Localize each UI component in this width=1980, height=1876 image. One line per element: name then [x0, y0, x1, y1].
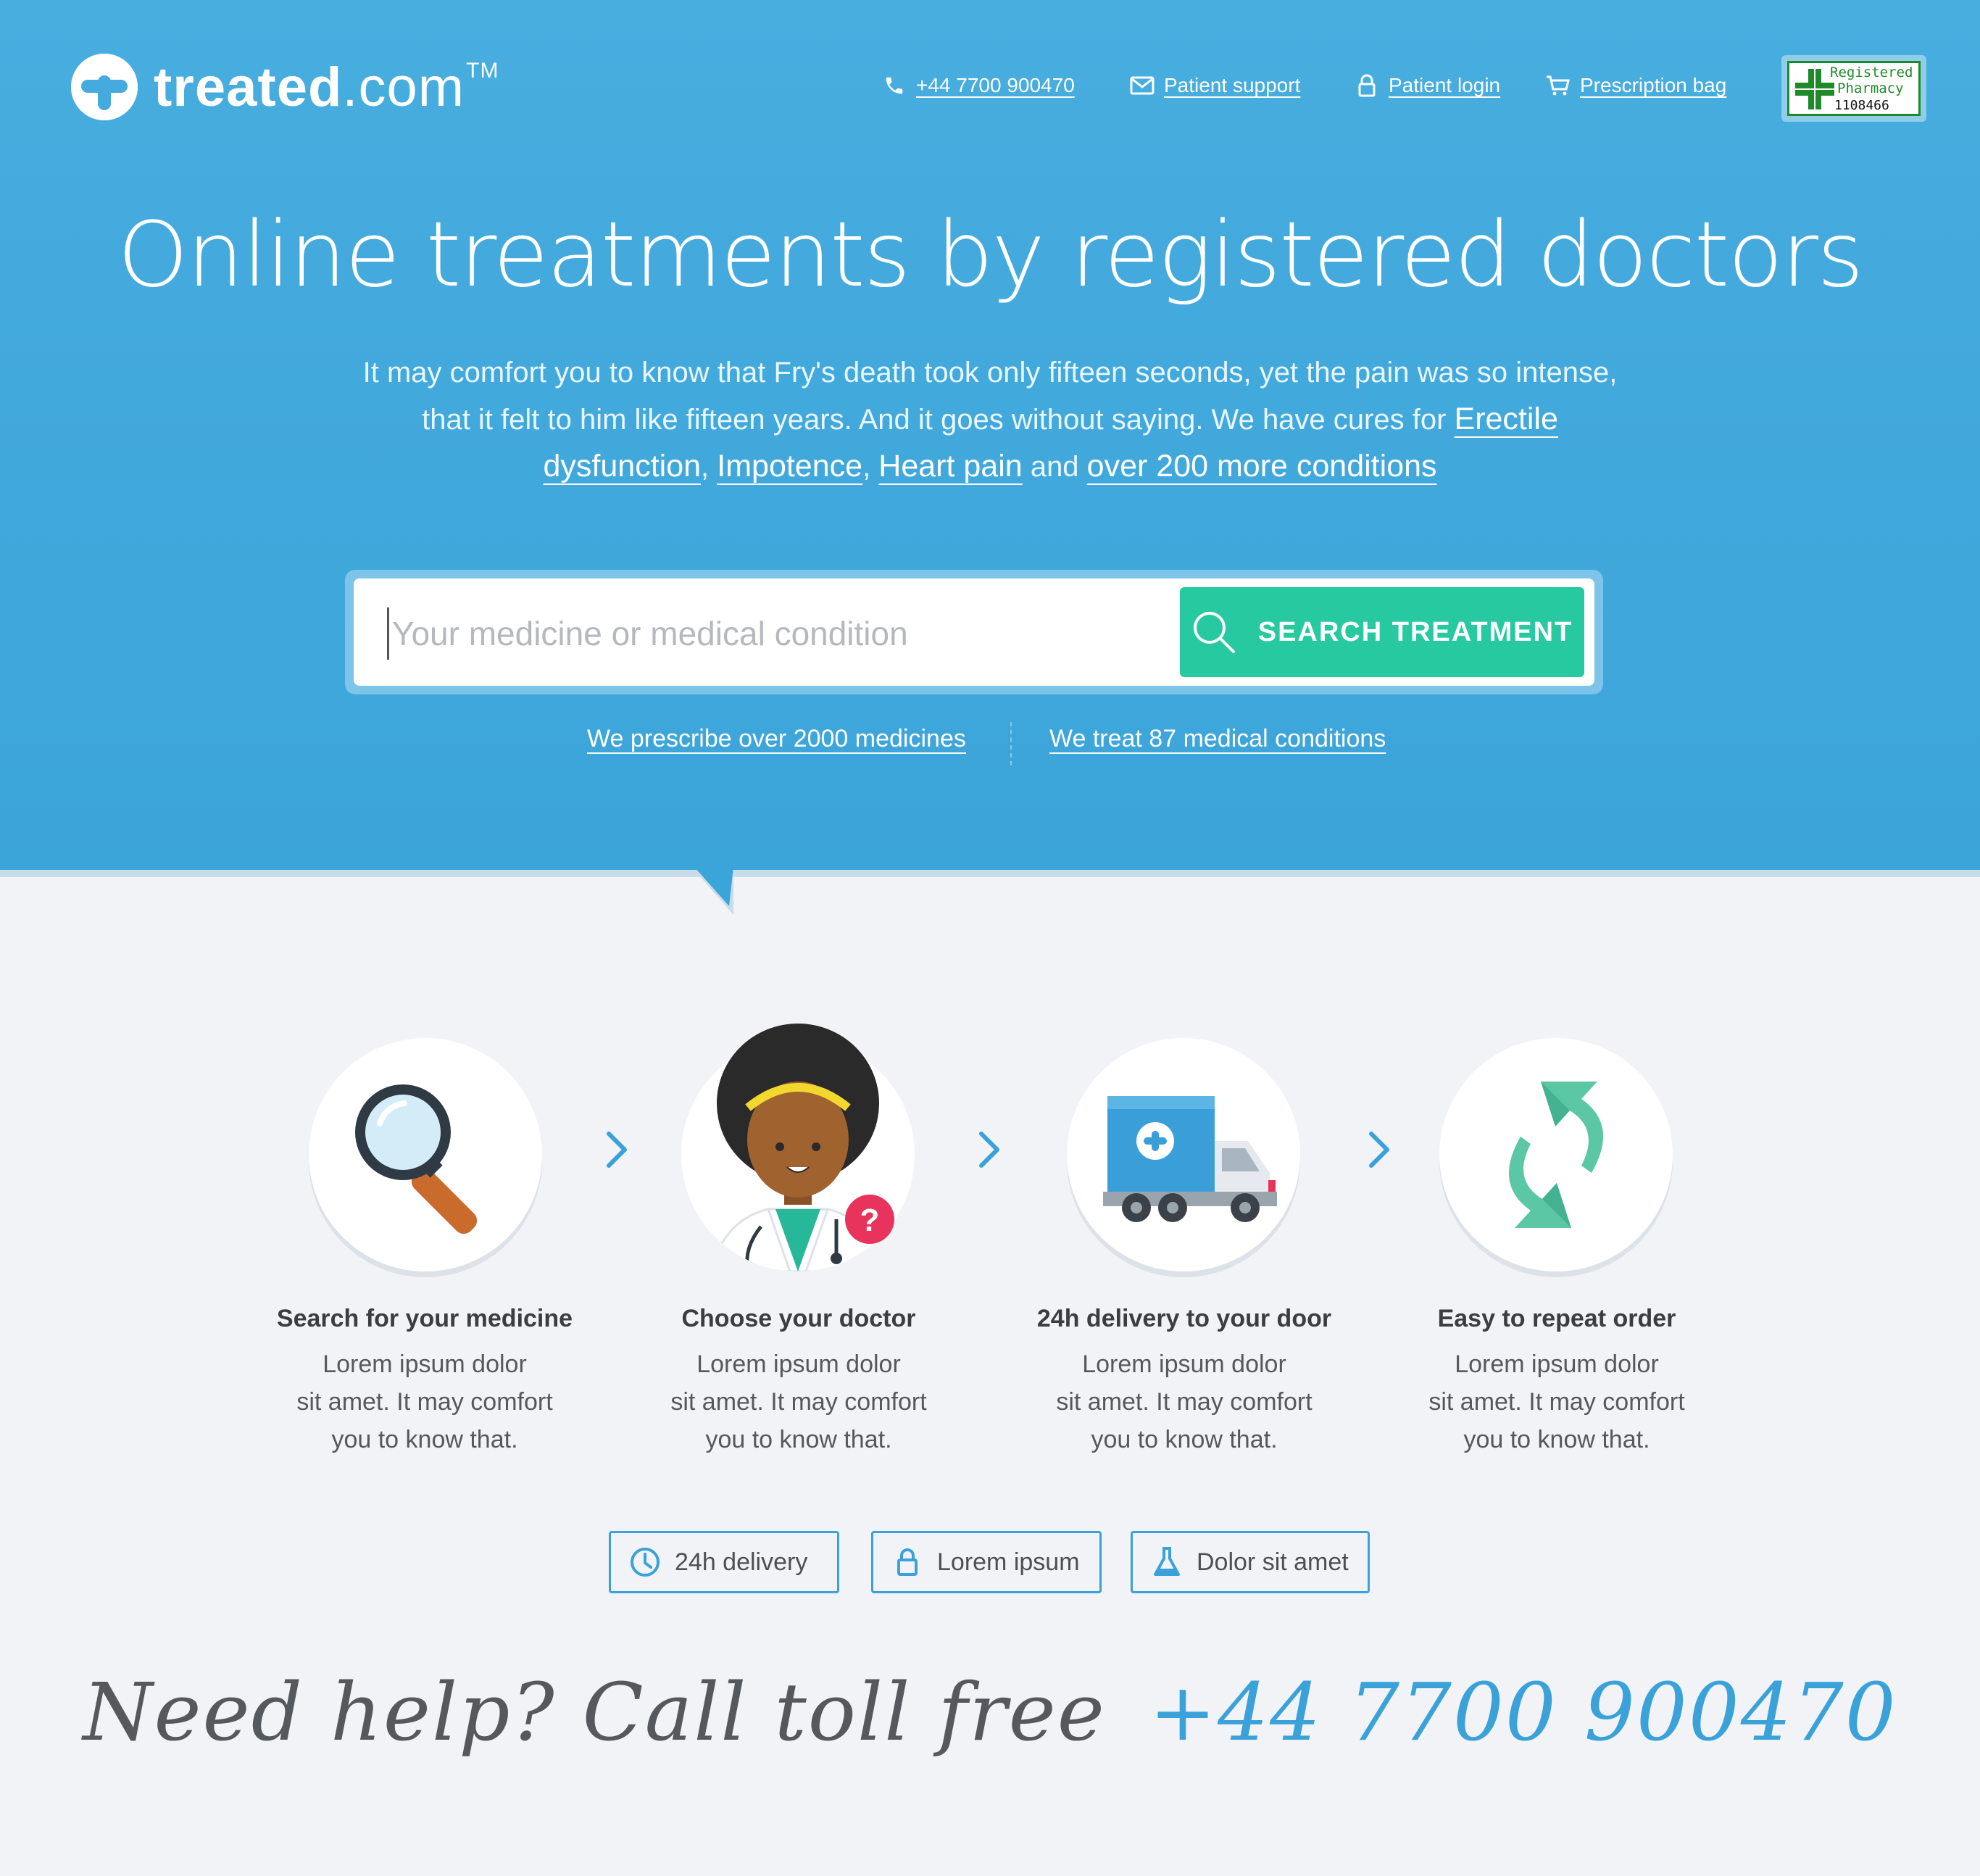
truck-icon: [1103, 1096, 1277, 1222]
magnifier-icon: [355, 1084, 478, 1234]
cart-icon: [1545, 72, 1571, 99]
flask-icon: [1150, 1545, 1184, 1579]
step-description: Lorem ipsum dolor sit amet. It may comfo…: [251, 1345, 599, 1458]
lock-icon: [891, 1545, 924, 1579]
search-button-label: SEARCH TREATMENT: [1257, 616, 1573, 647]
intro-separator: ,: [701, 451, 717, 483]
repeat-icon: [1508, 1082, 1604, 1228]
nav-phone-link[interactable]: +44 7700 900470: [881, 68, 1075, 103]
step-arrow-icon: [1369, 1132, 1389, 1168]
nav-patient-login-link[interactable]: Patient login: [1354, 68, 1500, 103]
search-icon: [1193, 612, 1235, 653]
doctor-icon: ?: [681, 1024, 915, 1271]
step-title: Choose your doctor: [681, 1305, 916, 1332]
condition-link-impotence[interactable]: Impotence: [717, 449, 862, 483]
condition-link-heart-pain[interactable]: Heart pain: [878, 449, 1022, 483]
lock-icon: [1354, 72, 1380, 99]
hero-divider: [0, 870, 1980, 877]
hero-pointer: [694, 867, 733, 915]
more-conditions-link[interactable]: over 200 more conditions: [1087, 449, 1437, 483]
step-title: Easy to repeat order: [1437, 1305, 1676, 1332]
search-input[interactable]: [387, 607, 1126, 660]
step-desc-line: you to know that.: [1463, 1426, 1650, 1453]
mail-icon: [1129, 72, 1155, 99]
step-desc-line: sit amet. It may comfort: [1056, 1388, 1313, 1416]
badge-dolor-sit-amet[interactable]: Dolor sit amet: [1131, 1531, 1370, 1593]
intro-text: It may comfort you to know that Fry's de…: [362, 357, 1618, 436]
search-treatment-button[interactable]: SEARCH TREATMENT: [1180, 587, 1584, 677]
step-arrow-icon: [979, 1132, 999, 1168]
step-title: Search for your medicine: [276, 1305, 573, 1332]
clock-icon: [628, 1545, 662, 1579]
search-bar: SEARCH TREATMENT: [345, 570, 1603, 694]
badge-24h-delivery[interactable]: 24h delivery: [609, 1531, 839, 1593]
help-callout: Need help? Call toll free +44 7700 900470: [0, 1666, 1980, 1759]
top-nav: +44 7700 900470 Patient support Patient …: [0, 68, 1980, 103]
step-doctor-illustration: ?: [681, 1024, 915, 1271]
help-text: Need help? Call toll free: [83, 1666, 1106, 1759]
step-desc-line: you to know that.: [1091, 1426, 1278, 1453]
step-delivery-illustration: [1067, 1038, 1300, 1271]
step-desc-line: Lorem ipsum dolor: [1082, 1350, 1286, 1378]
step-arrow-icon: [607, 1132, 627, 1168]
step-repeat-illustration: [1439, 1038, 1673, 1271]
conditions-count-link[interactable]: We treat 87 medical conditions: [1049, 725, 1386, 753]
intro-separator: ,: [862, 451, 879, 483]
badge-line2: Pharmacy: [1837, 80, 1904, 96]
step-desc-line: sit amet. It may comfort: [670, 1388, 927, 1416]
svg-text:?: ?: [860, 1203, 880, 1238]
badge-number: 1108466: [1834, 98, 1889, 113]
step-title: 24h delivery to your door: [1036, 1305, 1332, 1332]
badge-label: 24h delivery: [675, 1548, 808, 1576]
phone-icon: [881, 72, 907, 99]
step-description: Lorem ipsum dolor sit amet. It may comfo…: [625, 1345, 973, 1458]
registered-pharmacy-badge[interactable]: Registered Pharmacy 1108466: [1781, 55, 1926, 122]
medicines-count-link[interactable]: We prescribe over 2000 medicines: [587, 725, 966, 753]
badge-label: Lorem ipsum: [937, 1548, 1080, 1576]
step-desc-line: you to know that.: [705, 1426, 892, 1453]
badge-line1: Registered: [1830, 65, 1913, 80]
nav-patient-login-label: Patient login: [1389, 74, 1501, 96]
nav-patient-support-label: Patient support: [1164, 74, 1301, 96]
step-desc-line: Lorem ipsum dolor: [323, 1350, 527, 1378]
nav-prescription-bag-link[interactable]: Prescription bag: [1545, 68, 1726, 103]
step-desc-line: sit amet. It may comfort: [296, 1388, 553, 1416]
badge-label: Dolor sit amet: [1197, 1548, 1349, 1576]
nav-phone-label: +44 7700 900470: [916, 74, 1075, 96]
step-desc-line: sit amet. It may comfort: [1428, 1388, 1685, 1416]
hero-headline: Online treatments by registered doctors: [117, 203, 1863, 307]
badge-lorem-ipsum[interactable]: Lorem ipsum: [871, 1531, 1102, 1593]
step-desc-line: Lorem ipsum dolor: [1455, 1350, 1659, 1378]
nav-prescription-bag-label: Prescription bag: [1580, 74, 1727, 96]
intro-and: and: [1022, 451, 1087, 483]
sublink-divider: [1010, 722, 1012, 765]
step-search-illustration: [309, 1038, 542, 1271]
step-desc-line: Lorem ipsum dolor: [696, 1350, 901, 1378]
step-desc-line: you to know that.: [331, 1426, 518, 1453]
step-description: Lorem ipsum dolor sit amet. It may comfo…: [1383, 1345, 1731, 1458]
help-phone-link[interactable]: +44 7700 900470: [1149, 1666, 1897, 1759]
nav-patient-support-link[interactable]: Patient support: [1129, 68, 1300, 103]
hero-intro: It may comfort you to know that Fry's de…: [338, 349, 1642, 490]
step-description: Lorem ipsum dolor sit amet. It may comfo…: [1010, 1345, 1358, 1458]
